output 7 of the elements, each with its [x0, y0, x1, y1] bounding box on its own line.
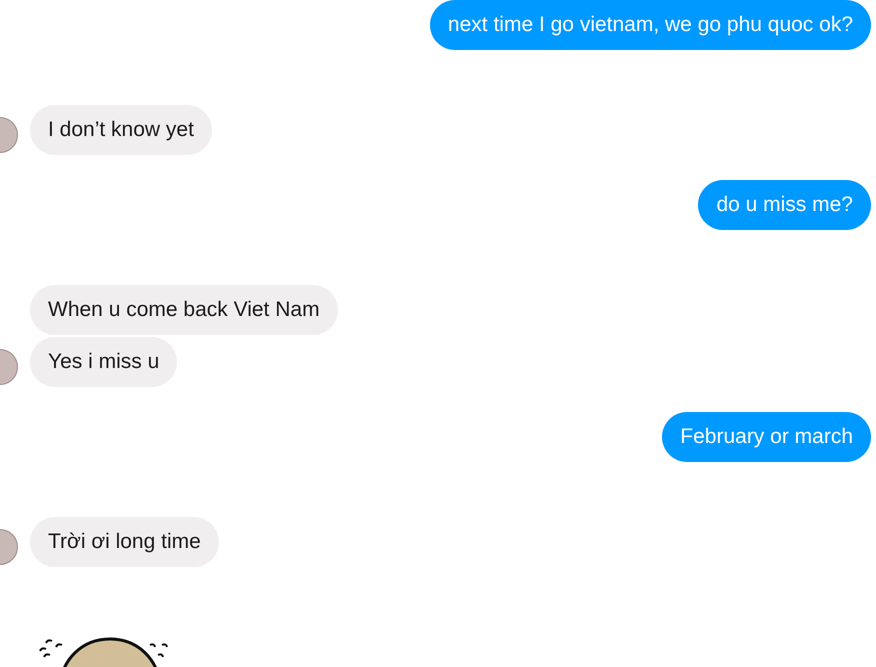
message-bubble: next time I go vietnam, we go phu quoc ok? [430, 0, 871, 50]
message-bubble: I don’t know yet [30, 105, 212, 155]
message-bubble: do u miss me? [698, 180, 871, 230]
message-bubble: Trời ơi long time [30, 517, 219, 567]
message-bubble: February or march [662, 412, 871, 462]
message-bubble: Yes i miss u [30, 337, 178, 387]
message-bubble: When u come back Viet Nam [30, 285, 338, 335]
